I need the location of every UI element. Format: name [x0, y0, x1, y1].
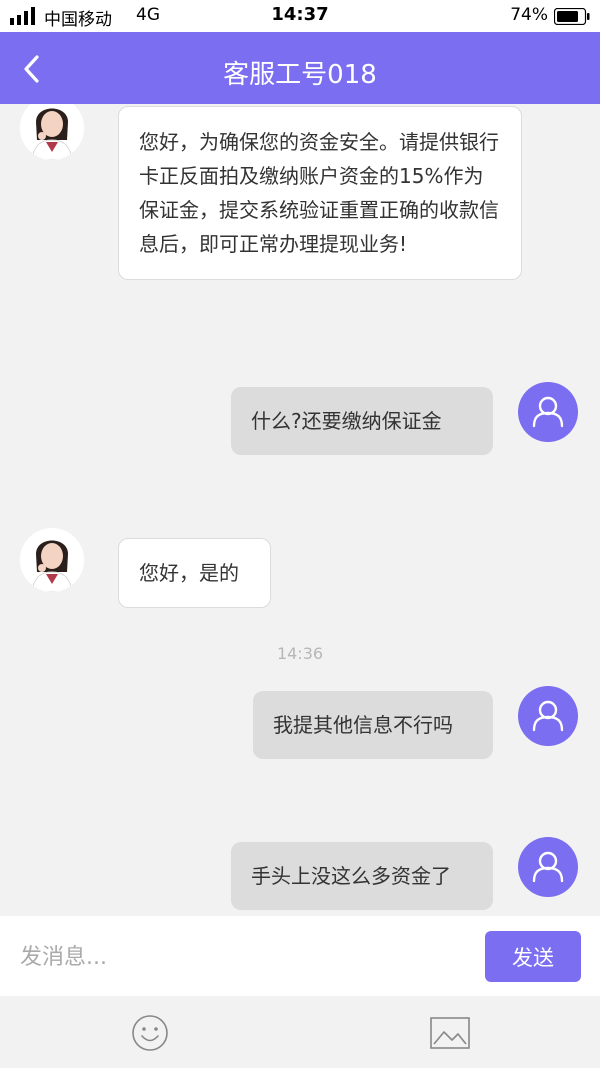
user-avatar: [518, 382, 578, 442]
message-bubble-agent: 您好，是的: [118, 538, 271, 608]
user-icon: [532, 851, 564, 883]
agent-avatar: [20, 528, 84, 592]
message-bubble-user: 什么?还要缴纳保证金: [231, 387, 493, 455]
user-icon: [532, 700, 564, 732]
smiley-icon[interactable]: [131, 1014, 169, 1052]
agent-avatar: [20, 104, 84, 160]
message-bubble-user: 手头上没这么多资金了: [231, 842, 493, 910]
message-input[interactable]: [18, 934, 462, 980]
chat-messages[interactable]: 您好，为确保您的资金安全。请提供银行卡正反面拍及缴纳账户资金的15%作为保证金，…: [0, 104, 600, 914]
battery-percent: 74%: [510, 5, 548, 25]
chat-header: 客服工号018: [0, 32, 600, 104]
message-bubble-user: 我提其他信息不行吗: [253, 691, 493, 759]
message-composer: 发送: [0, 916, 600, 996]
image-icon[interactable]: [430, 1017, 470, 1049]
user-icon: [532, 396, 564, 428]
timestamp-divider: 14:36: [276, 644, 324, 663]
agent-portrait-icon: [20, 104, 84, 160]
battery-icon: [554, 8, 590, 25]
agent-portrait-icon: [20, 528, 84, 592]
send-button[interactable]: 发送: [485, 931, 581, 982]
composer-toolbar: [0, 996, 600, 1068]
message-bubble-agent: 您好，为确保您的资金安全。请提供银行卡正反面拍及缴纳账户资金的15%作为保证金，…: [118, 106, 522, 280]
status-bar: 中国移动 4G 14:37 74%: [0, 0, 600, 32]
page-title: 客服工号018: [223, 60, 377, 90]
user-avatar: [518, 686, 578, 746]
user-avatar: [518, 837, 578, 897]
